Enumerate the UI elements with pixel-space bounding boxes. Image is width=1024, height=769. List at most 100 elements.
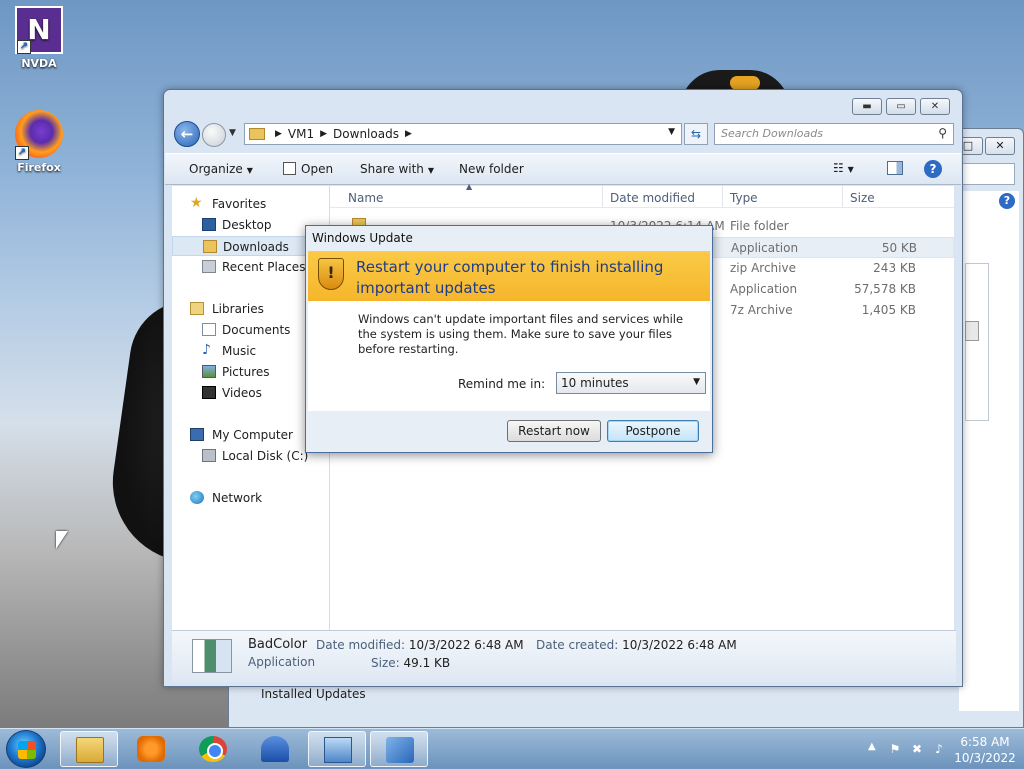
- nav-item-favorites[interactable]: ★ Favorites: [172, 194, 330, 214]
- taskbar-nvda[interactable]: [246, 731, 304, 767]
- open-label: Open: [301, 162, 334, 176]
- column-divider[interactable]: [602, 186, 603, 208]
- date-created-label: Date created:: [536, 638, 619, 652]
- taskbar-control-panel[interactable]: [308, 731, 366, 767]
- computer-icon: [190, 428, 204, 441]
- network-icon: [190, 491, 204, 504]
- refresh-icon[interactable]: ⇆: [684, 123, 708, 145]
- chevron-down-icon: ▼: [427, 166, 435, 175]
- recent-pages-dropdown-icon[interactable]: ▼: [229, 128, 236, 138]
- clock[interactable]: 6:58 AM 10/3/2022: [954, 734, 1016, 766]
- back-arrow-icon[interactable]: ←: [174, 121, 200, 147]
- control-panel-icon: [324, 737, 352, 763]
- taskbar-windows-update[interactable]: [370, 731, 428, 767]
- breadcrumb-separator-icon[interactable]: ▶: [320, 129, 327, 139]
- taskbar-media-player[interactable]: [122, 731, 180, 767]
- breadcrumb-vm1[interactable]: VM1: [288, 127, 314, 141]
- share-with-label: Share with: [360, 162, 424, 176]
- breadcrumb-downloads[interactable]: Downloads: [333, 127, 399, 141]
- desktop-icon-firefox[interactable]: ↗ Firefox: [4, 110, 74, 174]
- row-type: Application: [731, 241, 799, 255]
- application-icon: [192, 639, 232, 673]
- date-modified-label: Date modified:: [316, 638, 406, 652]
- remind-select-value: 10 minutes: [561, 376, 629, 390]
- nav-item-network[interactable]: Network: [172, 488, 330, 508]
- date-modified-value: 10/3/2022 6:48 AM: [408, 638, 524, 652]
- help-icon[interactable]: ?: [924, 160, 942, 178]
- details-date-modified: Date modified: 10/3/2022 6:48 AM: [316, 638, 524, 652]
- organize-menu[interactable]: Organize ▼: [189, 162, 253, 176]
- row-size: 243 KB: [873, 261, 916, 275]
- taskbar-chrome[interactable]: [184, 731, 242, 767]
- column-headers: Name ▲ Date modified Type Size: [330, 182, 954, 208]
- downloads-folder-icon: [203, 240, 217, 253]
- column-size[interactable]: Size: [850, 191, 875, 205]
- share-with-menu[interactable]: Share with ▼: [360, 162, 434, 176]
- dialog-heading: Restart your computer to finish installi…: [356, 258, 664, 297]
- address-bar[interactable]: ▶ VM1 ▶ Downloads ▶ ▼: [244, 123, 682, 145]
- mouse-cursor-icon: [56, 531, 68, 549]
- nav-label: Libraries: [212, 302, 264, 316]
- show-hidden-icons-icon[interactable]: ▲: [868, 741, 876, 752]
- address-dropdown-icon[interactable]: ▼: [668, 127, 675, 137]
- media-player-icon: [137, 736, 165, 762]
- details-file-type: Application: [248, 655, 316, 669]
- desktop-icon-label: Firefox: [17, 161, 61, 174]
- preview-pane-icon[interactable]: [887, 161, 903, 175]
- maximize-button[interactable]: ▭: [886, 98, 916, 115]
- disk-icon: [202, 449, 216, 462]
- close-button[interactable]: ✕: [920, 98, 950, 115]
- nav-label: Network: [212, 491, 263, 505]
- column-date-modified[interactable]: Date modified: [610, 191, 695, 205]
- help-icon[interactable]: ?: [999, 193, 1015, 209]
- forward-arrow-icon[interactable]: [202, 123, 226, 147]
- search-input[interactable]: [959, 163, 1015, 185]
- windows-update-dialog[interactable]: Windows Update ! Restart your computer t…: [305, 225, 713, 453]
- start-button[interactable]: [6, 730, 46, 768]
- dialog-message: Windows can't update important files and…: [358, 312, 684, 356]
- postpone-button[interactable]: Postpone: [607, 420, 699, 442]
- desktop-icon: [202, 218, 216, 231]
- search-icon[interactable]: ⚲: [938, 126, 947, 140]
- search-input[interactable]: Search Downloads ⚲: [714, 123, 954, 145]
- nav-label: Downloads: [223, 240, 289, 254]
- details-size: Size: 49.1 KB: [371, 656, 450, 670]
- size-label: Size:: [371, 656, 400, 670]
- restart-now-button[interactable]: Restart now: [507, 420, 601, 442]
- videos-icon: [202, 386, 216, 399]
- navigation-bar: ← ▼ ▶ VM1 ▶ Downloads ▶ ▼ ⇆ Search Downl…: [172, 120, 956, 148]
- breadcrumb-separator-icon[interactable]: ▶: [405, 129, 412, 139]
- recent-places-icon: [202, 260, 216, 273]
- change-view-icon[interactable]: ☷ ▼: [833, 161, 854, 175]
- network-disconnected-icon[interactable]: ✖: [910, 742, 924, 756]
- installed-updates-label[interactable]: Installed Updates: [261, 687, 366, 701]
- breadcrumb-separator-icon[interactable]: ▶: [275, 129, 282, 139]
- nvda-icon: [261, 736, 289, 762]
- clock-date: 10/3/2022: [954, 751, 1016, 765]
- volume-icon[interactable]: ♪: [932, 742, 946, 756]
- clock-time: 6:58 AM: [960, 735, 1010, 749]
- new-folder-button[interactable]: New folder: [459, 162, 524, 176]
- remind-select[interactable]: 10 minutes ▼: [556, 372, 706, 394]
- desktop-icon-nvda[interactable]: N ↗ NVDA: [4, 6, 74, 70]
- window-controls: ▬ ▭ ✕: [852, 98, 950, 115]
- minimize-button[interactable]: ▬: [852, 98, 882, 115]
- column-divider[interactable]: [842, 186, 843, 208]
- chrome-icon: [199, 736, 227, 762]
- open-button[interactable]: Open: [283, 162, 333, 176]
- column-name[interactable]: Name: [348, 191, 383, 205]
- notification-area: ▲ ⚑ ✖ ♪ 6:58 AM 10/3/2022: [844, 729, 1024, 769]
- details-file-name: BadColor: [248, 637, 308, 652]
- folder-icon: [249, 128, 265, 140]
- panel-button[interactable]: [965, 321, 979, 341]
- command-bar: Organize ▼ Open Share with ▼ New folder ☷ …: [165, 153, 961, 185]
- column-type[interactable]: Type: [730, 191, 758, 205]
- action-center-icon[interactable]: ⚑: [888, 742, 902, 756]
- row-size: 57,578 KB: [854, 282, 916, 296]
- panel-box: [965, 263, 989, 421]
- taskbar-explorer[interactable]: [60, 731, 118, 767]
- firefox-icon: ↗: [15, 110, 63, 160]
- column-divider[interactable]: [722, 186, 723, 208]
- close-button[interactable]: ✕: [985, 137, 1015, 155]
- row-type: 7z Archive: [730, 303, 793, 317]
